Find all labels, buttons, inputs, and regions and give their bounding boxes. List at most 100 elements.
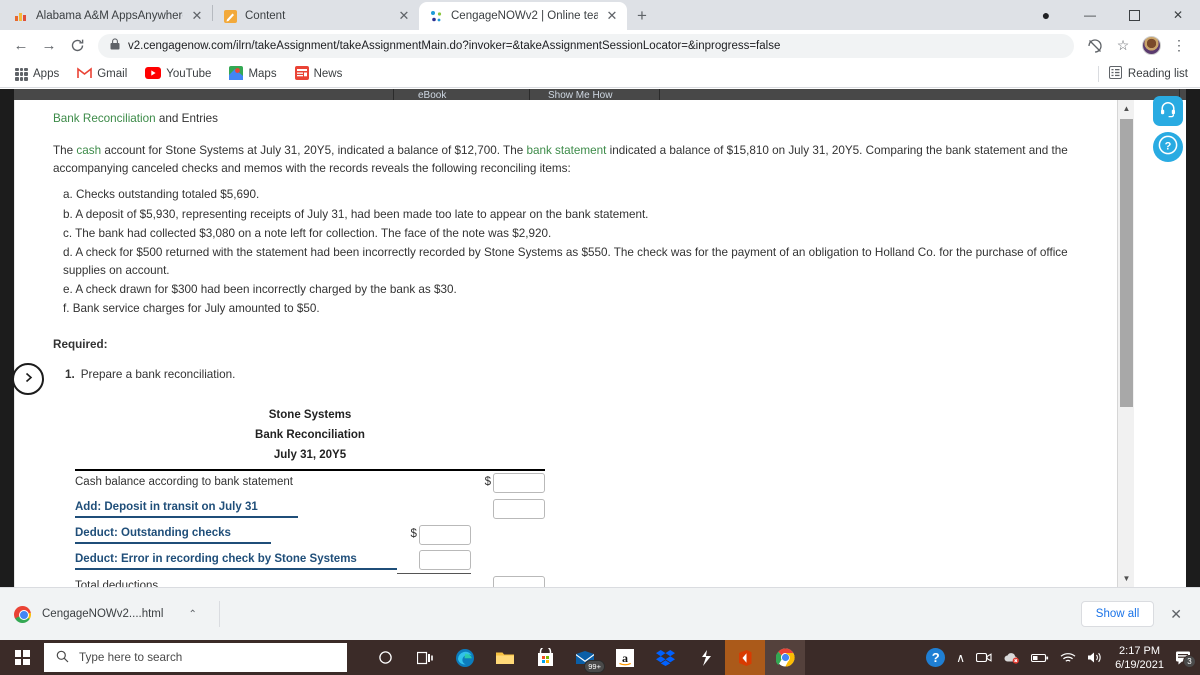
recon-input-1[interactable] (493, 498, 545, 519)
show-all-button[interactable]: Show all (1080, 601, 1155, 627)
notification-count: 3 (1183, 655, 1196, 668)
support-button[interactable] (1153, 96, 1183, 126)
browser-tab-1-title: Alabama A&M AppsAnywhere (36, 10, 183, 22)
bookmark-star-icon[interactable]: ☆ (1110, 33, 1136, 59)
page-title-link[interactable]: Bank Reconciliation (53, 112, 156, 125)
chevron-up-icon[interactable]: ∧ (956, 651, 965, 665)
page-viewport: eBook Show Me How Bank Reconciliation an… (0, 89, 1200, 587)
item-text: Checks outstanding totaled $5,690. (76, 188, 260, 202)
help-circle-icon[interactable]: ? (926, 648, 946, 667)
close-icon[interactable]: ✕ (605, 8, 619, 24)
bookmark-youtube-label: YouTube (166, 68, 212, 80)
new-tab-button[interactable]: + (627, 6, 657, 26)
browser-tab-3[interactable]: CengageNOWv2 | Online teachin ✕ (419, 2, 627, 30)
wifi-icon[interactable] (1060, 652, 1076, 664)
cash-link[interactable]: cash (76, 144, 101, 157)
content-scrollbar[interactable]: ▲ ▼ (1117, 100, 1134, 587)
file-explorer-icon[interactable] (485, 640, 525, 675)
chrome-menu-icon[interactable]: ⋮ (1166, 33, 1192, 59)
expand-panel-button[interactable] (12, 363, 44, 395)
recon-row-1-label[interactable]: Add: Deposit in transit on July 31 (75, 499, 298, 518)
browser-tab-1[interactable]: Alabama A&M AppsAnywhere ✕ (4, 2, 212, 30)
recon-row-1-col1 (397, 496, 471, 522)
block-extension-icon[interactable] (1082, 33, 1108, 59)
forward-icon[interactable]: → (36, 33, 62, 59)
pencil-favicon (223, 9, 238, 24)
recon-input-0[interactable] (493, 473, 545, 493)
avatar[interactable] (1138, 33, 1164, 59)
scrollbar-thumb[interactable] (1120, 119, 1133, 407)
bookmark-apps[interactable]: Apps (8, 66, 66, 83)
list-item: a. Checks outstanding totaled $5,690. (63, 186, 1111, 204)
recon-row-2-label[interactable]: Deduct: Outstanding checks (75, 525, 271, 544)
bookmark-maps[interactable]: Maps (222, 64, 283, 85)
cortana-icon[interactable] (365, 640, 405, 675)
recon-input-3[interactable] (418, 550, 471, 571)
amazon-icon[interactable]: a (605, 640, 645, 675)
maximize-button[interactable] (1112, 0, 1156, 30)
notification-icon[interactable]: 3 (1175, 650, 1196, 668)
edge-icon[interactable] (445, 640, 485, 675)
cloud-error-icon[interactable] (1003, 651, 1020, 664)
mail-icon[interactable]: 99+ (565, 640, 605, 675)
close-download-bar-icon[interactable]: ✕ (1170, 606, 1182, 623)
close-icon[interactable]: ✕ (190, 8, 204, 24)
battery-icon[interactable] (1031, 652, 1049, 664)
task-view-icon[interactable] (405, 640, 445, 675)
bank-statement-link[interactable]: bank statement (526, 144, 606, 157)
table-row: Deduct: Error in recording check by Ston… (75, 547, 545, 574)
dropbox-icon[interactable] (645, 640, 685, 675)
minimize-button[interactable]: — (1068, 0, 1112, 30)
item-text: A deposit of $5,930, representing receip… (75, 207, 649, 221)
chrome-icon[interactable] (765, 640, 805, 675)
bookmark-gmail-label: Gmail (97, 68, 128, 80)
assignment-toolbar-cutoff: eBook Show Me How (14, 89, 1186, 101)
dollar-sign: $ (484, 476, 491, 489)
divider (218, 601, 220, 627)
camera-icon[interactable] (976, 651, 992, 664)
recon-row-3-label[interactable]: Deduct: Error in recording check by Ston… (75, 551, 397, 570)
download-item[interactable]: CengageNOWv2....html ⌃ (14, 605, 197, 623)
svg-text:a: a (622, 651, 628, 665)
recon-row-3-label-cell: Deduct: Error in recording check by Ston… (75, 548, 397, 574)
item-letter: e. (63, 283, 73, 296)
recon-input-4[interactable] (493, 576, 545, 587)
microsoft-store-icon[interactable] (525, 640, 565, 675)
close-button[interactable]: ✕ (1156, 0, 1200, 30)
window-dot-icon[interactable]: ● (1024, 0, 1068, 30)
recon-row-0-col2: $ (471, 470, 545, 496)
required-label: Required: (53, 338, 108, 352)
start-button[interactable] (0, 640, 44, 675)
recon-input-2[interactable] (418, 524, 471, 545)
bookmark-gmail[interactable]: Gmail (70, 65, 134, 84)
list-item: e. A check drawn for $300 had been incor… (63, 281, 1111, 299)
reconciling-items-list: a. Checks outstanding totaled $5,690. b.… (63, 186, 1111, 318)
recon-date: July 31, 20Y5 (273, 448, 347, 461)
taskbar-search[interactable]: Type here to search (44, 643, 347, 672)
bookmark-news[interactable]: News (288, 64, 350, 85)
browser-tab-2[interactable]: Content ✕ (213, 2, 419, 30)
right-gap (1134, 100, 1186, 587)
divider (1097, 66, 1099, 82)
scroll-down-icon[interactable]: ▼ (1118, 570, 1135, 587)
question-mark-icon: ? (1158, 135, 1178, 160)
page-title: Bank Reconciliation and Entries (53, 110, 1111, 128)
scroll-up-icon[interactable]: ▲ (1118, 100, 1135, 117)
back-icon[interactable]: ← (8, 33, 34, 59)
news-icon (294, 65, 309, 83)
close-icon[interactable]: ✕ (397, 8, 411, 24)
office-icon[interactable] (725, 640, 765, 675)
taskbar-clock[interactable]: 2:17 PM 6/19/2021 (1115, 644, 1164, 672)
address-bar[interactable]: v2.cengagenow.com/ilrn/takeAssignment/ta… (98, 33, 1074, 58)
reading-list-button[interactable]: Reading list (1094, 66, 1192, 82)
maps-icon (229, 65, 244, 83)
paragraph-part-2: account for Stone Systems at July 31, 20… (101, 144, 527, 158)
help-button[interactable]: ? (1153, 132, 1183, 162)
bookmark-youtube[interactable]: YouTube (138, 65, 218, 84)
chevron-up-icon[interactable]: ⌃ (188, 609, 196, 620)
volume-icon[interactable] (1087, 651, 1104, 664)
reload-icon[interactable] (64, 33, 90, 59)
slack-icon[interactable] (685, 640, 725, 675)
table-row: Add: Deposit in transit on July 31 (75, 496, 545, 522)
dollar-sign: $ (410, 527, 417, 540)
